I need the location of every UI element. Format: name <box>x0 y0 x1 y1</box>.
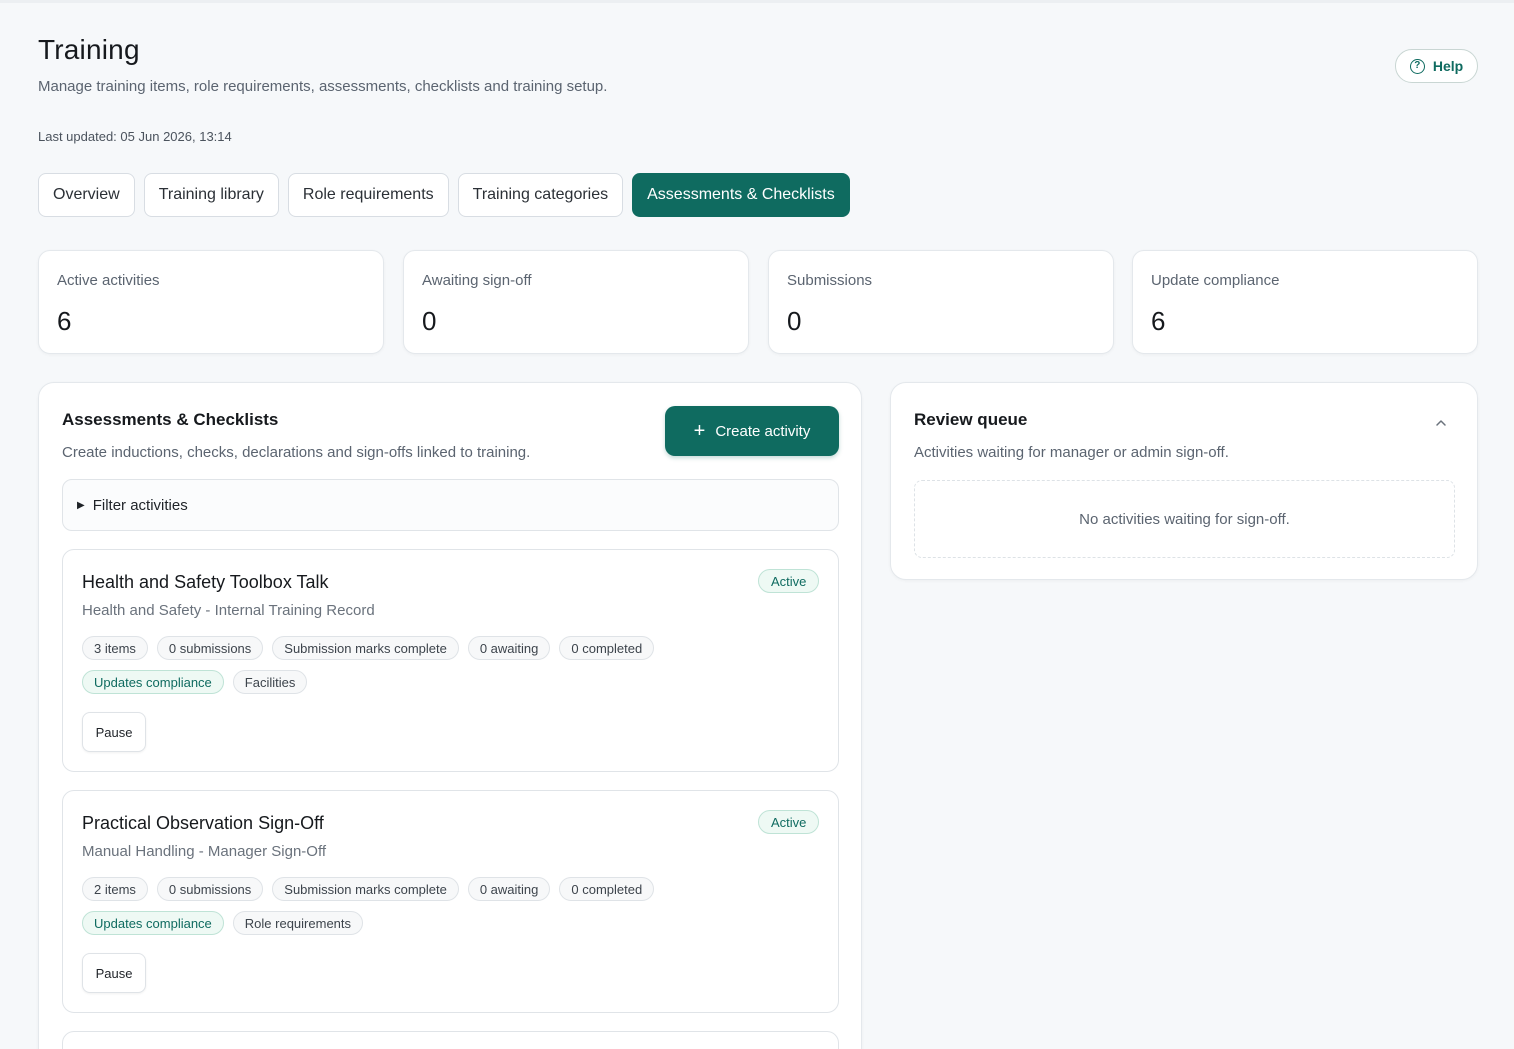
chip-items: 3 items <box>82 636 148 660</box>
activity-meta-chips: 2 items 0 submissions Submission marks c… <box>82 877 655 901</box>
help-label: Help <box>1432 58 1464 74</box>
plus-icon: + <box>693 420 706 442</box>
chip-completion-mode: Submission marks complete <box>272 877 459 901</box>
activity-card-partial <box>62 1031 839 1049</box>
pause-button[interactable]: Pause <box>82 953 146 993</box>
tab-training-categories[interactable]: Training categories <box>457 173 624 217</box>
chip-awaiting: 0 awaiting <box>467 636 551 660</box>
chip-submissions: 0 submissions <box>156 636 264 660</box>
stat-label: Active activities <box>57 272 160 289</box>
chip-submissions: 0 submissions <box>156 877 264 901</box>
activity-subtitle: Health and Safety - Internal Training Re… <box>82 602 375 619</box>
panel-title: Review queue <box>914 410 1028 429</box>
page-title: Training <box>38 34 140 65</box>
help-button[interactable]: ? Help <box>1395 49 1478 83</box>
empty-state: No activities waiting for sign-off. <box>914 480 1455 558</box>
chip-completed: 0 completed <box>559 636 655 660</box>
tab-training-library[interactable]: Training library <box>143 173 279 217</box>
tab-role-requirements[interactable]: Role requirements <box>287 173 449 217</box>
status-badge: Active <box>758 810 820 834</box>
stat-card-awaiting-sign-off: Awaiting sign-off 0 <box>403 250 749 354</box>
chip-linked-to: Role requirements <box>232 911 364 935</box>
triangle-right-icon: ▶ <box>77 499 85 511</box>
assessments-panel: Assessments & Checklists Create inductio… <box>38 382 862 1049</box>
activity-subtitle: Manual Handling - Manager Sign-Off <box>82 843 327 860</box>
activity-title: Practical Observation Sign-Off <box>82 813 324 833</box>
stat-card-active-activities: Active activities 6 <box>38 250 384 354</box>
stat-value: 6 <box>57 306 72 336</box>
activity-tag-chips: Updates compliance Facilities <box>82 670 308 694</box>
stat-value: 6 <box>1151 306 1166 336</box>
last-updated: Last updated: 05 Jun 2026, 13:14 <box>38 129 232 144</box>
last-updated-label: Last updated: <box>38 129 117 144</box>
status-badge: Active <box>758 569 820 593</box>
chip-items: 2 items <box>82 877 148 901</box>
stat-label: Update compliance <box>1151 272 1280 289</box>
panel-title: Assessments & Checklists <box>62 410 279 429</box>
create-activity-button[interactable]: + Create activity <box>665 406 839 456</box>
stat-label: Submissions <box>787 272 873 289</box>
create-activity-label: Create activity <box>715 422 811 440</box>
activity-card: Health and Safety Toolbox Talk Health an… <box>62 549 839 772</box>
panel-description: Activities waiting for manager or admin … <box>914 444 1229 461</box>
chip-updates-compliance: Updates compliance <box>82 911 224 935</box>
tab-bar: Overview Training library Role requireme… <box>38 173 850 217</box>
stat-label: Awaiting sign-off <box>422 272 532 289</box>
stat-value: 0 <box>422 306 437 336</box>
activity-tag-chips: Updates compliance Role requirements <box>82 911 364 935</box>
filter-activities-toggle[interactable]: ▶ Filter activities <box>62 479 839 531</box>
stat-value: 0 <box>787 306 802 336</box>
activity-title: Health and Safety Toolbox Talk <box>82 572 329 592</box>
chip-linked-to: Facilities <box>232 670 308 694</box>
stat-card-update-compliance: Update compliance 6 <box>1132 250 1478 354</box>
chip-awaiting: 0 awaiting <box>467 877 551 901</box>
activity-meta-chips: 3 items 0 submissions Submission marks c… <box>82 636 655 660</box>
chevron-up-icon[interactable] <box>1434 416 1448 430</box>
tab-overview[interactable]: Overview <box>38 173 135 217</box>
question-circle-icon: ? <box>1409 58 1425 74</box>
top-divider <box>0 0 1514 3</box>
chip-completed: 0 completed <box>559 877 655 901</box>
last-updated-value: 05 Jun 2026, 13:14 <box>120 129 232 144</box>
chip-completion-mode: Submission marks complete <box>272 636 459 660</box>
page-subtitle: Manage training items, role requirements… <box>38 78 608 95</box>
chip-updates-compliance: Updates compliance <box>82 670 224 694</box>
tab-assessments-checklists[interactable]: Assessments & Checklists <box>632 173 850 217</box>
activity-card: Practical Observation Sign-Off Manual Ha… <box>62 790 839 1013</box>
panel-description: Create inductions, checks, declarations … <box>62 444 531 461</box>
filter-label: Filter activities <box>92 496 188 514</box>
review-queue-panel: Review queue Activities waiting for mana… <box>890 382 1478 580</box>
pause-button[interactable]: Pause <box>82 712 146 752</box>
stat-card-submissions: Submissions 0 <box>768 250 1114 354</box>
